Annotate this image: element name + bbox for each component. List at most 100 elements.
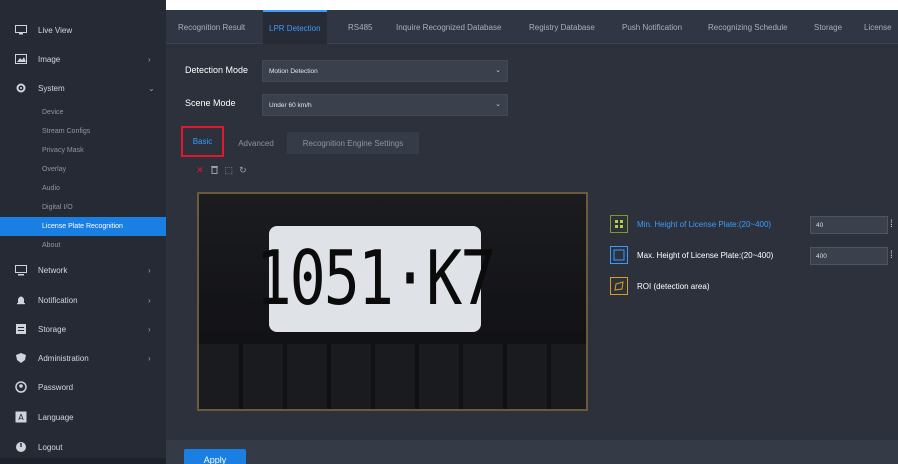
- tab-registry-database[interactable]: Registry Database: [529, 10, 595, 44]
- scene-mode-value: Under 60 km/h: [269, 101, 312, 109]
- chevron-down-icon: ⌄: [495, 101, 501, 108]
- sidebar-subitem-digital-io[interactable]: Digital I/O: [0, 198, 166, 217]
- sidebar-item-network[interactable]: Network ›: [0, 255, 166, 285]
- gear-icon: [14, 81, 28, 95]
- network-icon: [14, 263, 28, 277]
- sidebar-item-storage[interactable]: Storage ›: [0, 314, 166, 344]
- tab-recognition-result[interactable]: Recognition Result: [178, 10, 245, 44]
- top-strip: [166, 0, 898, 10]
- bell-icon: [14, 293, 28, 307]
- sidebar-item-live-view[interactable]: Live View: [0, 15, 166, 45]
- chevron-right-icon: ›: [148, 54, 151, 64]
- tab-bar: Recognition Result LPR Detection RS485 I…: [166, 10, 898, 44]
- chevron-down-icon: ⌄: [495, 67, 501, 74]
- sidebar-subitem-overlay[interactable]: Overlay: [0, 160, 166, 179]
- chevron-down-icon: ⌄: [148, 83, 155, 93]
- tab-recognizing-schedule[interactable]: Recognizing Schedule: [708, 10, 788, 44]
- tab-inquire-recognized-database[interactable]: Inquire Recognized Database: [396, 10, 501, 44]
- license-plate: 1051·K7: [256, 226, 496, 332]
- refresh-icon[interactable]: ↻: [239, 165, 247, 176]
- sidebar-subitem-label: Overlay: [42, 166, 67, 173]
- shield-icon: [14, 351, 28, 365]
- storage-icon: [14, 322, 28, 336]
- sidebar-item-image[interactable]: Image ›: [0, 44, 166, 74]
- video-preview[interactable]: 1051·K7: [197, 192, 588, 411]
- detection-mode-value: Motion Detection: [269, 67, 318, 75]
- scene-mode-select[interactable]: Under 60 km/h ⌄: [262, 94, 508, 116]
- sidebar-subitem-audio[interactable]: Audio: [0, 179, 166, 198]
- roi-draw-icon[interactable]: [610, 277, 628, 295]
- min-height-value: 40: [816, 221, 824, 229]
- sidebar-item-label: Logout: [38, 442, 63, 452]
- sidebar-subitem-stream-configs[interactable]: Stream Configs: [0, 122, 166, 141]
- sidebar-subitem-label: Privacy Mask: [42, 147, 84, 154]
- sidebar-item-label: Network: [38, 265, 68, 275]
- min-size-icon[interactable]: [610, 215, 628, 233]
- select-area-icon[interactable]: ⬚: [225, 165, 234, 176]
- tab-license[interactable]: License: [864, 10, 892, 44]
- min-height-stepper-icon[interactable]: ⁞: [890, 219, 893, 230]
- min-height-label: Min. Height of License Plate:(20~400): [637, 219, 772, 229]
- sidebar-subitem-label: Device: [42, 109, 64, 116]
- subtab-recognition-engine-settings[interactable]: Recognition Engine Settings: [287, 132, 419, 154]
- roi-row: ROI (detection area): [610, 276, 709, 296]
- sidebar-item-notification[interactable]: Notification ›: [0, 285, 166, 315]
- tab-push-notification[interactable]: Push Notification: [622, 10, 682, 44]
- sidebar-item-label: Image: [38, 54, 61, 64]
- max-size-icon[interactable]: [610, 246, 628, 264]
- sidebar-item-label: Language: [38, 412, 74, 422]
- sidebar-subitem-label: About: [42, 242, 61, 249]
- max-height-stepper-icon[interactable]: ⁞: [890, 250, 893, 261]
- max-height-label: Max. Height of License Plate:(20~400): [637, 250, 774, 260]
- sidebar-subitem-about[interactable]: About: [0, 236, 166, 255]
- sidebar-item-password[interactable]: Password: [0, 372, 166, 402]
- user-icon: [14, 380, 28, 394]
- sidebar-item-label: System: [38, 83, 65, 93]
- tab-lpr-detection[interactable]: LPR Detection: [263, 10, 327, 44]
- sidebar-subitem-license-plate-recognition[interactable]: License Plate Recognition: [0, 217, 166, 236]
- license-plate-text: 1051·K7: [255, 235, 497, 323]
- chevron-right-icon: ›: [148, 353, 151, 363]
- detection-mode-select[interactable]: Motion Detection ⌄: [262, 60, 508, 82]
- min-height-input[interactable]: 40: [810, 216, 888, 234]
- max-height-input[interactable]: 400: [810, 247, 888, 265]
- language-icon: A: [14, 410, 28, 424]
- max-height-row: Max. Height of License Plate:(20~400): [610, 245, 773, 265]
- sidebar-item-label: Live View: [38, 25, 73, 35]
- sidebar-subitem-label: Audio: [42, 185, 60, 192]
- delete-icon[interactable]: ✕: [196, 165, 204, 176]
- sidebar-item-label: Password: [38, 382, 74, 392]
- power-icon: [14, 440, 28, 454]
- detection-mode-label: Detection Mode: [185, 65, 249, 75]
- sidebar-item-administration[interactable]: Administration ›: [0, 343, 166, 373]
- sidebar-subitem-device[interactable]: Device: [0, 103, 166, 122]
- monitor-icon: [14, 23, 28, 37]
- main-panel: Recognition Result LPR Detection RS485 I…: [166, 0, 898, 464]
- image-icon: [14, 52, 28, 66]
- sidebar: Live View Image › System ⌄ Device Stream…: [0, 0, 166, 464]
- sidebar-subitem-label: Stream Configs: [42, 128, 91, 135]
- sidebar-item-system[interactable]: System ⌄: [0, 73, 166, 103]
- chevron-right-icon: ›: [148, 265, 151, 275]
- chevron-right-icon: ›: [148, 324, 151, 334]
- tab-rs485[interactable]: RS485: [348, 10, 372, 44]
- drawing-toolbar: ✕ ⬚ ↻: [196, 163, 247, 177]
- sidebar-item-label: Notification: [38, 295, 78, 305]
- roi-label: ROI (detection area): [637, 281, 710, 291]
- sidebar-subitem-privacy-mask[interactable]: Privacy Mask: [0, 141, 166, 160]
- apply-button[interactable]: Apply: [184, 449, 246, 464]
- sidebar-item-language[interactable]: A Language: [0, 402, 166, 432]
- tab-storage[interactable]: Storage: [814, 10, 842, 44]
- subtab-advanced[interactable]: Advanced: [232, 132, 280, 154]
- sidebar-item-label: Administration: [38, 353, 89, 363]
- svg-text:A: A: [18, 413, 24, 422]
- sidebar-footer: [0, 458, 166, 464]
- max-height-value: 400: [816, 252, 827, 260]
- trash-icon[interactable]: [210, 164, 219, 176]
- footer-band: [166, 440, 898, 464]
- min-height-row: Min. Height of License Plate:(20~400): [610, 214, 771, 234]
- subtab-basic[interactable]: Basic: [181, 126, 224, 157]
- scene-mode-label: Scene Mode: [185, 98, 236, 108]
- chevron-right-icon: ›: [148, 295, 151, 305]
- sidebar-subitem-label: License Plate Recognition: [42, 223, 123, 230]
